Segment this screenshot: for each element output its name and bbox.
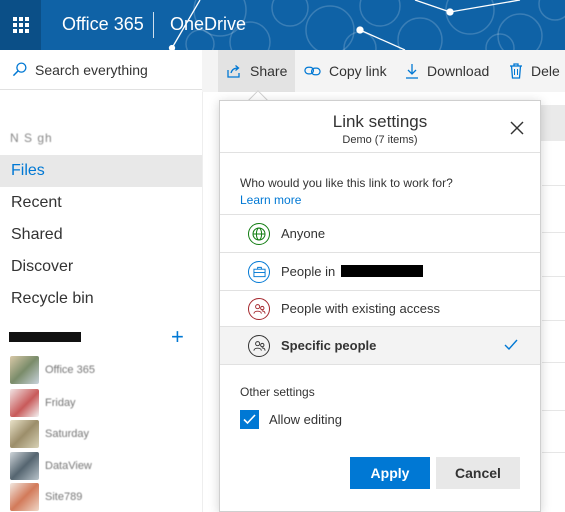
search-icon [12, 62, 27, 77]
site-item[interactable]: Saturday [10, 420, 89, 448]
delete-button[interactable]: Dele [509, 50, 560, 92]
panel-title: Link settings [332, 112, 428, 131]
file-row-divider [542, 320, 565, 321]
panel-divider [220, 152, 540, 153]
brand-link[interactable]: Office 365 [62, 14, 144, 35]
content-divider [202, 92, 203, 512]
panel-subtitle: Demo (7 items) [342, 134, 418, 146]
people-icon [248, 297, 270, 320]
option-label: People in [281, 264, 424, 279]
site-label: Site789 [45, 491, 83, 503]
header-divider [153, 12, 154, 38]
cancel-button[interactable]: Cancel [436, 457, 520, 489]
site-label: Friday [45, 397, 76, 409]
file-row-divider [542, 232, 565, 233]
top-bar: Office 365 OneDrive [0, 0, 565, 50]
app-name-link[interactable]: OneDrive [170, 14, 246, 35]
site-thumbnail [10, 483, 39, 511]
nav-item-recent[interactable]: Recent [0, 187, 202, 219]
file-row-divider [542, 362, 565, 363]
share-icon [227, 65, 240, 78]
download-label: Download [427, 63, 490, 79]
option-label: Anyone [281, 226, 326, 241]
user-name: N S gh [10, 131, 53, 145]
redacted-org-name [341, 265, 424, 277]
site-item[interactable]: Site789 [10, 483, 82, 511]
site-thumbnail [10, 452, 39, 480]
option-label-text: People in [281, 264, 336, 279]
site-thumbnail [10, 356, 39, 384]
search-box[interactable]: Search everything [0, 50, 202, 90]
waffle-icon [12, 17, 29, 33]
download-button[interactable]: Download [405, 50, 489, 92]
option-anyone[interactable]: Anyone [220, 215, 540, 252]
audience-question: Who would you like this link to work for… [240, 175, 460, 209]
share-label: Share [250, 63, 288, 79]
download-icon [406, 64, 418, 79]
copy-link-button[interactable]: Copy link [304, 50, 387, 92]
option-existing-access[interactable]: People with existing access [220, 290, 540, 327]
question-text: Who would you like this link to work for… [240, 176, 453, 190]
other-settings-heading: Other settings [240, 385, 315, 399]
file-row-divider [542, 410, 565, 411]
allow-editing-checkbox[interactable]: Allow editing [240, 410, 342, 429]
search-placeholder: Search everything [35, 61, 148, 78]
briefcase-icon [248, 260, 270, 283]
nav-item-discover[interactable]: Discover [0, 251, 202, 283]
file-row-divider [542, 276, 565, 277]
nav-item-files[interactable]: Files [0, 155, 202, 187]
checkmark-icon [504, 339, 518, 351]
share-button[interactable]: Share [218, 50, 296, 92]
sites-heading-redacted [9, 332, 81, 342]
option-label: Specific people [281, 338, 377, 353]
trash-icon [510, 63, 522, 79]
close-icon[interactable] [509, 120, 525, 136]
site-item[interactable]: Friday [10, 389, 76, 417]
command-bar: Share Copy link Download Dele [202, 50, 565, 92]
option-specific-people[interactable]: Specific people [220, 327, 540, 364]
file-row-divider [542, 185, 565, 186]
site-label: Office 365 [45, 364, 95, 376]
site-thumbnail [10, 389, 39, 417]
option-label: People with existing access [281, 301, 440, 316]
checkbox-checked-icon [240, 410, 259, 429]
app-launcher-button[interactable] [0, 0, 41, 50]
link-icon [304, 66, 321, 76]
site-item[interactable]: Office 365 [10, 356, 95, 384]
allow-editing-label: Allow editing [269, 412, 342, 427]
add-site-button[interactable]: + [171, 326, 184, 348]
globe-icon [248, 222, 270, 245]
apply-button[interactable]: Apply [350, 457, 430, 489]
delete-label: Dele [531, 63, 560, 79]
people-icon [248, 334, 270, 357]
site-thumbnail [10, 420, 39, 448]
nav-item-recycle-bin[interactable]: Recycle bin [0, 283, 202, 315]
file-list-header [540, 105, 565, 141]
site-label: Saturday [45, 428, 90, 440]
option-people-in-org[interactable]: People in [220, 253, 540, 290]
site-item[interactable]: DataView [10, 452, 92, 480]
option-divider [220, 364, 540, 365]
nav-item-shared[interactable]: Shared [0, 219, 202, 251]
file-row-divider [542, 452, 565, 453]
site-label: DataView [45, 460, 92, 472]
link-settings-panel: Link settings Demo (7 items) Who would y… [219, 100, 541, 512]
onedrive-window: Office 365 OneDrive Search everything Sh… [0, 0, 565, 512]
learn-more-link[interactable]: Learn more [240, 193, 301, 207]
copy-link-label: Copy link [329, 63, 387, 79]
